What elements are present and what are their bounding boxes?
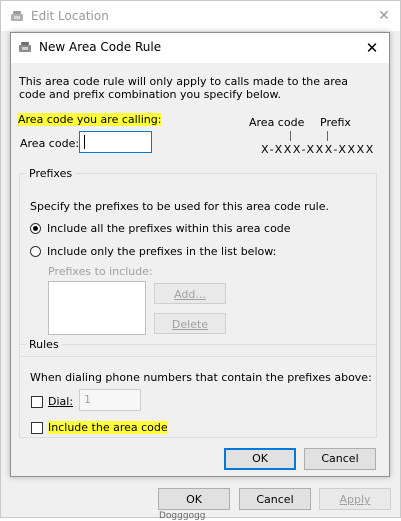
dial-prefix-input[interactable]: 1 <box>79 389 141 411</box>
apply-label: Apply <box>339 493 371 506</box>
include-area-code-checkbox[interactable] <box>31 422 43 434</box>
dialog-cancel-button[interactable]: Cancel <box>304 448 376 470</box>
rules-group: Rules When dialing phone numbers that co… <box>19 338 377 438</box>
text-caret <box>84 135 85 149</box>
dialog-title: New Area Code Rule <box>39 40 162 54</box>
dial-label-text: Dial: <box>48 395 74 408</box>
dialog-title-bar: New Area Code Rule ✕ <box>11 33 389 63</box>
prefixes-description: Specify the prefixes to be used for this… <box>30 200 329 213</box>
include-all-prefixes-radio[interactable] <box>30 223 41 234</box>
prefixes-to-include-label: Prefixes to include: <box>48 265 153 278</box>
prefixes-listbox[interactable] <box>48 281 146 335</box>
include-all-prefixes-label[interactable]: Include all the prefixes within this are… <box>47 222 291 235</box>
include-listed-prefixes-radio[interactable] <box>30 246 41 257</box>
area-code-pointer <box>290 131 291 141</box>
diagram-area-code-label: Area code <box>249 116 305 129</box>
include-listed-prefixes-label[interactable]: Include only the prefixes in the list be… <box>47 245 276 258</box>
area-code-input[interactable] <box>79 131 152 153</box>
add-label: Add... <box>174 288 206 301</box>
edit-location-apply-button[interactable]: Apply <box>319 488 391 510</box>
area-code-label: Area code: <box>20 137 80 150</box>
edit-location-cancel-button[interactable]: Cancel <box>239 488 311 510</box>
prefixes-legend: Prefixes <box>29 167 73 180</box>
diagram-prefix-label: Prefix <box>320 116 351 129</box>
prefixes-group: Prefixes Specify the prefixes to be used… <box>19 167 377 357</box>
rules-description: When dialing phone numbers that contain … <box>30 371 372 384</box>
area-code-calling-highlight: Area code you are calling: <box>18 113 162 126</box>
dialog-close-icon[interactable]: ✕ <box>361 38 383 58</box>
rules-legend: Rules <box>29 338 59 351</box>
delete-prefix-button[interactable]: Delete <box>154 313 226 334</box>
edit-location-ok-button[interactable]: OK <box>158 488 230 510</box>
phone-icon <box>10 10 24 25</box>
phone-icon <box>18 41 32 56</box>
edit-location-close-icon[interactable]: ✕ <box>373 6 395 26</box>
new-area-code-rule-dialog: New Area Code Rule ✕ This area code rule… <box>10 32 390 477</box>
prefix-pointer <box>327 131 328 141</box>
background-peek-text: Dogggogg <box>159 511 206 521</box>
dialog-ok-button[interactable]: OK <box>224 448 296 470</box>
number-format-diagram: Area code Prefix X-XXX-XXX-XXXX <box>249 113 389 163</box>
dial-checkbox[interactable] <box>31 396 43 408</box>
edit-location-title-bar: Edit Location ✕ <box>1 1 400 31</box>
intro-text: This area code rule will only apply to c… <box>19 75 349 101</box>
add-prefix-button[interactable]: Add... <box>154 283 226 304</box>
number-pattern: X-XXX-XXX-XXXX <box>261 143 375 156</box>
dial-label[interactable]: Dial: <box>48 395 73 408</box>
delete-label: Delete <box>171 318 209 331</box>
include-area-code-label[interactable]: Include the area code <box>48 421 168 434</box>
area-code-calling-heading: Area code you are calling: <box>18 113 162 126</box>
edit-location-title: Edit Location <box>31 9 109 23</box>
